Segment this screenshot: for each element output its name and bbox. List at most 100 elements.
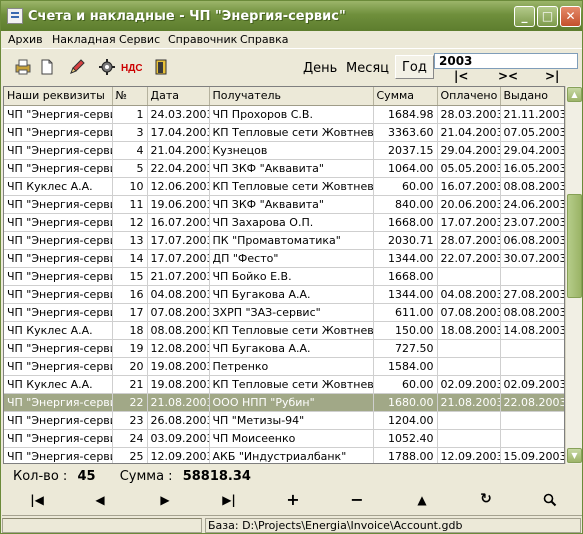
cell-requisites[interactable]: ЧП "Энергия-сервис" <box>4 105 113 124</box>
prior-record-button[interactable]: ◀ <box>90 493 110 509</box>
table-row[interactable]: ЧП Куклес А.А. 10 12.06.2003 КП Тепловые се… <box>4 177 564 196</box>
cell-number[interactable]: 21 <box>112 375 148 394</box>
table-row[interactable]: ЧП "Энергия-сервис"1317.07.2003ПК "Прома… <box>4 231 564 250</box>
cell-recipient[interactable]: ЧП "Метизы-94" <box>209 411 374 430</box>
cell-number[interactable]: 4 <box>112 141 148 160</box>
cell-number[interactable]: 11 <box>112 195 148 214</box>
cell-sum[interactable]: 60.00 <box>373 375 438 394</box>
table-row[interactable]: ЧП "Энергия-сервис"317.04.2003КП Тепловы… <box>4 123 564 142</box>
cell-recipient[interactable]: Петренко <box>209 357 374 376</box>
cell-recipient[interactable]: АКБ "Индустриалбанк" <box>209 447 374 463</box>
cell-number[interactable]: 5 <box>112 159 148 178</box>
cell-sum[interactable]: 1204.00 <box>373 411 438 430</box>
cell-date[interactable]: 22.04.2003 <box>147 159 210 178</box>
cell-date[interactable]: 21.08.2003 <box>147 393 210 412</box>
period-year[interactable]: Год <box>395 55 434 79</box>
cell-requisites[interactable]: ЧП "Энергия-сервис" <box>4 213 113 232</box>
cell-issued[interactable]: 02.09.2003 <box>500 375 564 394</box>
next-record-button[interactable]: ▶ <box>155 493 175 509</box>
cell-sum[interactable]: 2030.71 <box>373 231 438 250</box>
cell-recipient[interactable]: ЗХРП "ЗАЗ-сервис" <box>209 303 374 322</box>
cell-sum[interactable]: 611.00 <box>373 303 438 322</box>
cell-number[interactable]: 15 <box>112 267 148 286</box>
table-row[interactable]: ЧП "Энергия-сервис"2326.08.2003ЧП "Метиз… <box>4 411 564 430</box>
cell-recipient[interactable]: Кузнецов <box>209 141 374 160</box>
cell-number[interactable]: 12 <box>112 213 148 232</box>
table-row[interactable]: ЧП "Энергия-сервис"421.04.2003Кузнецов20… <box>4 141 564 160</box>
cell-recipient[interactable]: ООО НПП "Рубин" <box>209 393 374 412</box>
cell-paid[interactable] <box>437 411 501 430</box>
invoice-table[interactable]: Наши реквизиты № Дата Получатель Сумма О… <box>3 86 565 464</box>
cell-number[interactable]: 3 <box>112 123 148 142</box>
cell-sum[interactable]: 727.50 <box>373 339 438 358</box>
cell-requisites[interactable]: ЧП "Энергия-сервис" <box>4 123 113 142</box>
cell-requisites[interactable]: ЧП "Энергия-сервис" <box>4 231 113 250</box>
cell-sum[interactable]: 60.00 <box>373 177 438 196</box>
cell-paid[interactable] <box>437 429 501 448</box>
cell-paid[interactable]: 20.06.2003 <box>437 195 501 214</box>
edit-record-button[interactable]: ▲ <box>412 493 432 509</box>
cell-requisites[interactable]: ЧП "Энергия-сервис" <box>4 429 113 448</box>
cell-paid[interactable]: 28.03.2003 <box>437 105 501 124</box>
cell-number[interactable]: 16 <box>112 285 148 304</box>
cell-date[interactable]: 17.07.2003 <box>147 249 210 268</box>
col-header-date[interactable]: Дата <box>147 87 210 106</box>
cell-date[interactable]: 17.04.2003 <box>147 123 210 142</box>
cell-paid[interactable]: 28.07.2003 <box>437 231 501 250</box>
exit-door-icon[interactable] <box>152 58 170 76</box>
cell-issued[interactable]: 23.07.2003 <box>500 213 564 232</box>
cell-paid[interactable] <box>437 339 501 358</box>
cell-date[interactable]: 16.07.2003 <box>147 213 210 232</box>
scroll-up-icon[interactable]: ▲ <box>567 87 582 102</box>
table-row[interactable]: ЧП "Энергия-сервис"1604.08.2003ЧП Бугако… <box>4 285 564 304</box>
cell-issued[interactable] <box>500 411 564 430</box>
cell-sum[interactable]: 840.00 <box>373 195 438 214</box>
table-row[interactable]: ЧП Куклес А.А. 21 19.08.2003 КП Тепловые се… <box>4 375 564 394</box>
cell-number[interactable]: 10 <box>112 177 148 196</box>
cell-issued[interactable] <box>500 357 564 376</box>
cell-recipient[interactable]: ЧП Прохоров С.В. <box>209 105 374 124</box>
cell-requisites[interactable]: ЧП "Энергия-сервис" <box>4 267 113 286</box>
cell-sum[interactable]: 1668.00 <box>373 213 438 232</box>
cell-requisites[interactable]: ЧП "Энергия-сервис" <box>4 195 113 214</box>
cell-paid[interactable]: 29.04.2003 <box>437 141 501 160</box>
cell-issued[interactable]: 21.11.2003 <box>500 105 564 124</box>
cell-recipient[interactable]: ЧП Моисеенко <box>209 429 374 448</box>
cell-date[interactable]: 26.08.2003 <box>147 411 210 430</box>
edit-icon[interactable] <box>68 58 86 76</box>
vertical-scrollbar[interactable]: ▲ ▼ <box>565 86 582 464</box>
cell-issued[interactable]: 29.04.2003 <box>500 141 564 160</box>
delete-record-button[interactable]: − <box>347 490 367 509</box>
minimize-button[interactable]: _ <box>514 6 535 27</box>
cell-issued[interactable]: 08.08.2003 <box>500 177 564 196</box>
cell-issued[interactable]: 30.07.2003 <box>500 249 564 268</box>
cell-requisites[interactable]: ЧП "Энергия-сервис" <box>4 159 113 178</box>
cell-number[interactable]: 22 <box>112 393 148 412</box>
cell-sum[interactable]: 1584.00 <box>373 357 438 376</box>
menu-invoice[interactable]: Накладная <box>52 33 116 46</box>
cell-issued[interactable] <box>500 339 564 358</box>
scroll-thumb[interactable] <box>567 194 582 298</box>
cell-recipient[interactable]: КП Тепловые сети Жовтневого <box>209 123 374 142</box>
table-row[interactable]: ЧП "Энергия-сервис"1216.07.2003ЧП Захаро… <box>4 213 564 232</box>
cell-date[interactable]: 12.08.2003 <box>147 339 210 358</box>
vat-icon[interactable]: НДС <box>120 58 142 76</box>
cell-recipient[interactable]: ЧП Бойко Е.В. <box>209 267 374 286</box>
cell-requisites[interactable]: ЧП "Энергия-сервис" <box>4 249 113 268</box>
cell-issued[interactable]: 16.05.2003 <box>500 159 564 178</box>
cell-issued[interactable]: 22.08.2003 <box>500 393 564 412</box>
table-row[interactable]: ЧП "Энергия-сервис"522.04.2003ЧП ЗКФ "Ак… <box>4 159 564 178</box>
cell-date[interactable]: 19.08.2003 <box>147 375 210 394</box>
cell-number[interactable]: 18 <box>112 321 148 340</box>
cell-date[interactable]: 04.08.2003 <box>147 285 210 304</box>
search-icon[interactable] <box>540 493 560 509</box>
cell-issued[interactable]: 15.09.2003 <box>500 447 564 463</box>
cell-paid[interactable] <box>437 267 501 286</box>
col-header-paid[interactable]: Оплачено <box>437 87 501 106</box>
cell-issued[interactable]: 08.08.2003 <box>500 303 564 322</box>
year-last-button[interactable]: >| <box>545 69 559 83</box>
cell-paid[interactable] <box>437 357 501 376</box>
table-row[interactable]: ЧП "Энергия-сервис"1707.08.2003ЗХРП "ЗАЗ… <box>4 303 564 322</box>
cell-recipient[interactable]: ЧП ЗКФ "Аквавита" <box>209 159 374 178</box>
cell-number[interactable]: 17 <box>112 303 148 322</box>
